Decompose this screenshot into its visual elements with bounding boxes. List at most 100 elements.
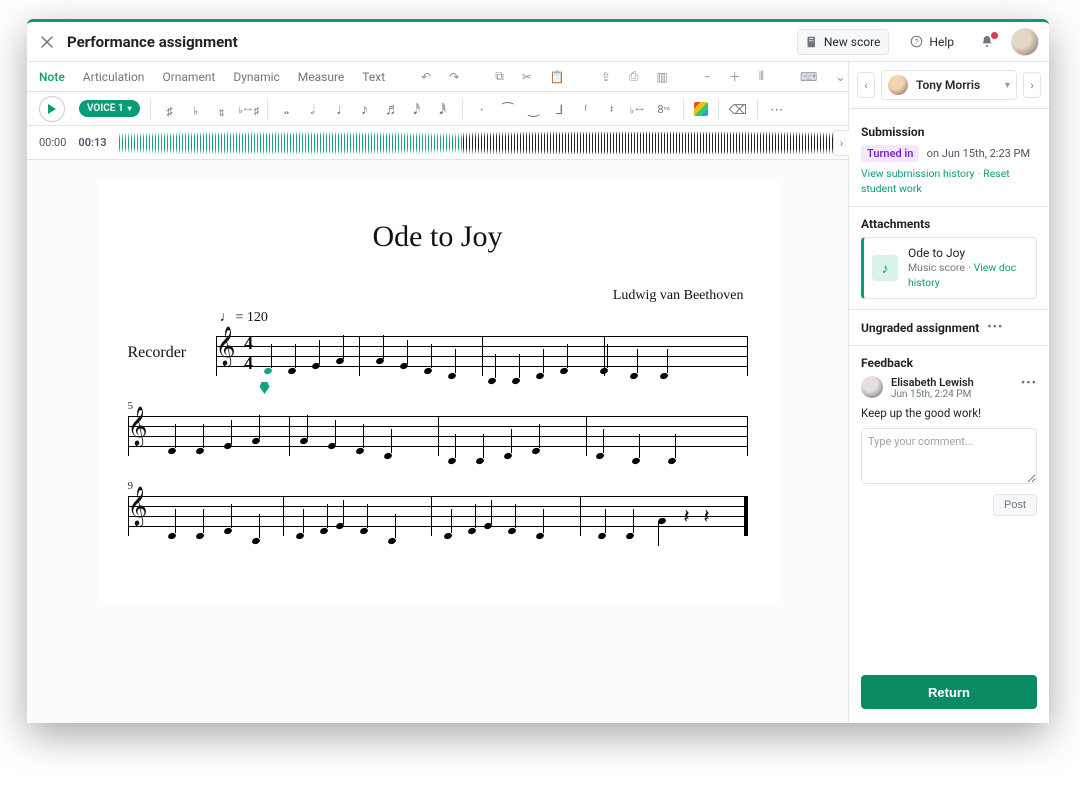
music-score-icon: ♪	[872, 255, 898, 281]
app-header: Performance assignment New score ? Help	[27, 22, 1049, 62]
current-user-avatar[interactable]	[1011, 28, 1039, 56]
delete-icon[interactable]: ⌫	[729, 96, 747, 122]
tab-ornament[interactable]: Ornament	[162, 70, 215, 84]
paste-icon[interactable]: 📋	[550, 70, 565, 84]
voice-selector[interactable]: VOICE 1▾	[79, 100, 140, 117]
close-icon[interactable]	[39, 34, 55, 50]
new-score-button[interactable]: New score	[797, 29, 890, 55]
tab-measure[interactable]: Measure	[298, 70, 345, 84]
tie-icon[interactable]: ⁀	[499, 96, 517, 122]
attachment-title: Ode to Joy	[908, 246, 1028, 260]
notification-dot-icon	[991, 32, 998, 39]
next-student-button[interactable]: ›	[1023, 72, 1041, 98]
prev-student-button[interactable]: ‹	[857, 72, 875, 98]
cut-icon[interactable]: ✂	[522, 70, 532, 84]
time-signature: 44	[242, 333, 256, 373]
half-note-icon[interactable]: 𝅗𝅥	[304, 96, 322, 122]
whole-note-icon[interactable]: 𝅝	[278, 96, 296, 122]
notifications-button[interactable]	[975, 34, 999, 50]
rest-icon[interactable]: 𝄽	[603, 98, 621, 120]
attachment-item[interactable]: ♪ Ode to Joy Music score · View doc hist…	[861, 237, 1037, 299]
feedback-heading: Feedback	[861, 356, 1037, 370]
score-viewport[interactable]: Ode to Joy Ludwig van Beethoven = 120 Re…	[27, 160, 848, 723]
review-panel: ‹ Tony Morris ▾ › Submission Turned in o…	[849, 62, 1049, 723]
flat-icon[interactable]: ♭	[187, 96, 205, 122]
app-window: Performance assignment New score ? Help …	[27, 19, 1049, 723]
keyboard-icon[interactable]: ⌨	[800, 70, 817, 84]
playback-cursor-icon	[260, 382, 270, 394]
redo-icon[interactable]: ↷	[449, 70, 459, 84]
rest-icon: 𝄽	[684, 506, 690, 529]
waveform[interactable]	[119, 132, 836, 154]
zoom-in-icon[interactable]: ＋	[729, 68, 741, 85]
tuplet-icon[interactable]: ⅃	[551, 96, 569, 122]
score-page: Ode to Joy Ludwig van Beethoven = 120 Re…	[98, 180, 778, 606]
attachment-type: Music score	[908, 261, 965, 274]
tab-text[interactable]: Text	[362, 70, 385, 84]
octave-icon[interactable]: 8ᵛᵃ	[655, 98, 673, 120]
score-tempo: = 120	[220, 310, 748, 326]
rest-icon: 𝄽	[704, 506, 710, 529]
submission-heading: Submission	[861, 125, 1037, 139]
return-button[interactable]: Return	[861, 675, 1037, 709]
staff-system-1: Recorder 𝄞 44	[128, 336, 748, 376]
tab-articulation[interactable]: Articulation	[83, 70, 145, 84]
staff-system-3: 9 𝄞	[128, 496, 748, 536]
toolbar-more-icon[interactable]: ⋯	[768, 96, 786, 122]
layout-icon[interactable]: ▥	[657, 70, 668, 84]
comment-body: Keep up the good work!	[861, 406, 1037, 420]
voice-label: VOICE 1	[87, 103, 124, 114]
svg-text:?: ?	[915, 37, 919, 46]
help-button[interactable]: ? Help	[901, 29, 963, 55]
comment-time: Jun 15th, 2:24 PM	[891, 389, 1013, 400]
more-icon[interactable]: ⌄	[835, 70, 845, 84]
thirtysecond-note-icon[interactable]: 𝅘𝅥𝅰	[408, 96, 426, 122]
slur-icon[interactable]: ‿	[525, 96, 543, 122]
score-title: Ode to Joy	[128, 220, 748, 254]
submission-status-row: Turned in on Jun 15th, 2:23 PM	[861, 145, 1037, 162]
grading-more-icon[interactable]: •••	[987, 320, 1003, 335]
change-duration-icon[interactable]: ♭↔	[629, 98, 647, 120]
attachments-heading: Attachments	[861, 217, 1037, 231]
sharp-icon[interactable]: ♯	[161, 96, 179, 122]
tab-note[interactable]: Note	[39, 70, 65, 84]
instrument-label: Recorder	[128, 344, 187, 362]
post-comment-button[interactable]: Post	[993, 494, 1037, 516]
submission-time: on Jun 15th, 2:23 PM	[927, 147, 1030, 160]
student-selector[interactable]: Tony Morris ▾	[881, 70, 1017, 100]
color-picker-icon[interactable]	[694, 102, 708, 116]
treble-clef-icon: 𝄞	[128, 410, 148, 444]
grace-icon[interactable]: ᶠ	[577, 96, 595, 122]
status-badge: Turned in	[861, 145, 919, 162]
score-composer: Ludwig van Beethoven	[128, 288, 748, 304]
copy-icon[interactable]: ⧉	[495, 69, 504, 84]
staff-system-2: 5 𝄞	[128, 416, 748, 456]
audio-timeline: 00:00 00:13 ›	[27, 126, 848, 160]
zoom-out-icon[interactable]: −	[704, 70, 711, 84]
quarter-note-icon[interactable]: ♩	[330, 96, 348, 122]
feedback-comment: Elisabeth Lewish Jun 15th, 2:24 PM •••	[861, 376, 1037, 400]
play-button[interactable]	[39, 96, 65, 122]
dot-icon[interactable]: ·	[473, 96, 491, 122]
print-icon[interactable]: ⎙	[629, 69, 639, 84]
toolbar-tabs: Note Articulation Ornament Dynamic Measu…	[27, 62, 848, 92]
commenter-avatar-icon	[861, 376, 883, 398]
bars-icon[interactable]: ⦀	[759, 69, 764, 84]
undo-icon[interactable]: ↶	[421, 70, 431, 84]
comment-input[interactable]	[861, 428, 1037, 484]
export-icon[interactable]: ⇪	[601, 70, 611, 84]
new-score-label: New score	[824, 35, 881, 49]
collapse-sidepanel-button[interactable]: ›	[833, 130, 849, 156]
comment-more-icon[interactable]: •••	[1021, 376, 1037, 391]
sixteenth-note-icon[interactable]: ♬	[382, 96, 400, 122]
page-title: Performance assignment	[67, 33, 785, 51]
view-submission-history-link[interactable]: View submission history	[861, 167, 975, 180]
help-label: Help	[929, 35, 954, 49]
sixtyfourth-note-icon[interactable]: 𝅘𝅥𝅱	[434, 96, 452, 122]
eighth-note-icon[interactable]: ♪	[356, 96, 374, 122]
tab-dynamic[interactable]: Dynamic	[233, 70, 279, 84]
natural-icon[interactable]: ♮	[213, 96, 231, 122]
toolbar-notes: VOICE 1▾ ♯ ♭ ♮ ♭↔♯ 𝅝 𝅗𝅥 ♩ ♪ ♬ 𝅘𝅥𝅰 𝅘𝅥𝅱 · …	[27, 92, 848, 126]
time-start: 00:00	[39, 136, 66, 149]
double-accidental-icon[interactable]: ♭↔♯	[239, 98, 257, 120]
